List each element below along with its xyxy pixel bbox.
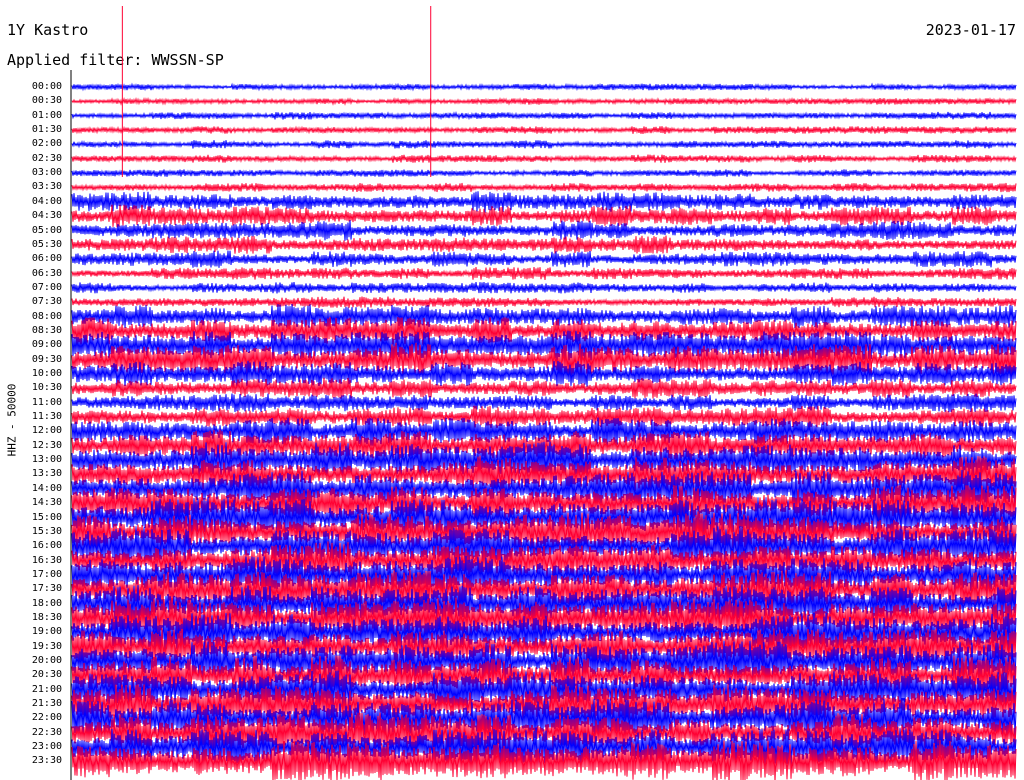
trace-0230	[71, 154, 1017, 164]
trace-0030	[71, 96, 1017, 106]
trace-0600	[71, 250, 1017, 268]
seismogram-plot	[70, 6, 1017, 780]
trace-0400	[71, 191, 1017, 213]
trace-0630	[71, 267, 1017, 280]
trace-0300	[71, 168, 1017, 178]
trace-0730	[71, 296, 1017, 308]
trace-0130	[71, 125, 1017, 135]
trace-0500	[71, 220, 1017, 241]
trace-0100	[71, 111, 1017, 121]
trace-0200	[71, 139, 1017, 149]
trace-0330	[71, 182, 1017, 193]
trace-0700	[71, 282, 1017, 294]
trace-0000	[71, 82, 1017, 92]
